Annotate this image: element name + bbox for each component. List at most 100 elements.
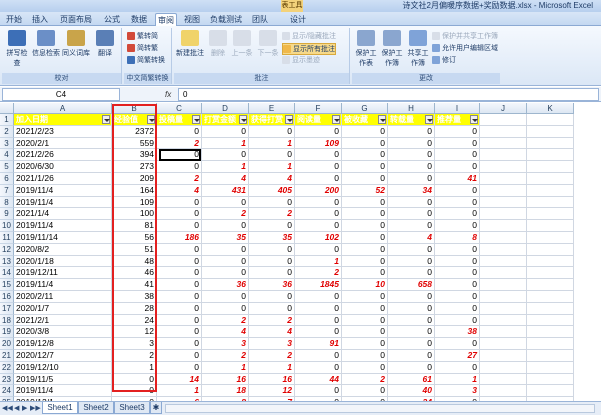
- header-cell-d[interactable]: 打赏金额: [202, 114, 249, 126]
- table-cell[interactable]: 0: [388, 173, 435, 185]
- filter-dropdown-icon[interactable]: [147, 115, 155, 124]
- table-cell[interactable]: 0: [342, 385, 388, 398]
- table-cell[interactable]: 0: [435, 279, 480, 291]
- table-cell[interactable]: 2020/3/8: [14, 326, 112, 339]
- table-cell[interactable]: 0: [388, 326, 435, 339]
- tab-design[interactable]: 设计: [288, 13, 308, 26]
- insert-sheet-icon[interactable]: ✱: [150, 402, 162, 414]
- table-cell[interactable]: 2: [202, 314, 249, 327]
- table-cell[interactable]: 0: [435, 267, 480, 280]
- table-cell[interactable]: 200: [295, 184, 342, 197]
- empty-cell[interactable]: [527, 220, 574, 232]
- show-all-comments-button[interactable]: 显示所有批注: [282, 43, 336, 55]
- header-cell-h[interactable]: 转载量: [388, 114, 435, 126]
- row-header-3[interactable]: 3: [0, 137, 14, 150]
- table-cell[interactable]: 0: [342, 161, 388, 173]
- empty-cell[interactable]: [527, 161, 574, 173]
- empty-cell[interactable]: [480, 149, 527, 162]
- tab-load-test[interactable]: 负载测试: [207, 13, 245, 26]
- table-cell[interactable]: 0: [249, 291, 295, 303]
- table-cell[interactable]: 0: [342, 338, 388, 350]
- column-header-h[interactable]: H: [388, 103, 435, 114]
- row-header-2[interactable]: 2: [0, 125, 14, 138]
- table-cell[interactable]: 658: [388, 279, 435, 291]
- protect-workbook-button[interactable]: 保护工作簿: [380, 30, 404, 68]
- column-header-f[interactable]: F: [295, 103, 342, 114]
- row-header-23[interactable]: 23: [0, 373, 14, 386]
- spelling-button[interactable]: 拼写检查: [4, 30, 30, 68]
- table-cell[interactable]: 0: [342, 267, 388, 280]
- empty-cell[interactable]: [480, 373, 527, 386]
- table-cell[interactable]: 2: [202, 350, 249, 362]
- protect-sheet-button[interactable]: 保护工作表: [354, 30, 378, 68]
- table-cell[interactable]: 0: [295, 243, 342, 256]
- protect-share-button[interactable]: 保护并共享工作簿: [432, 31, 498, 41]
- table-cell[interactable]: 2019/11/4: [14, 279, 112, 291]
- table-cell[interactable]: 0: [202, 196, 249, 209]
- table-cell[interactable]: 1: [435, 373, 480, 386]
- table-cell[interactable]: 0: [388, 350, 435, 362]
- filter-dropdown-icon[interactable]: [239, 115, 247, 124]
- translate-button[interactable]: 翻译: [92, 30, 118, 58]
- table-cell[interactable]: 2021/2/23: [14, 125, 112, 138]
- table-cell[interactable]: 1: [202, 137, 249, 150]
- table-cell[interactable]: 35: [202, 232, 249, 244]
- table-cell[interactable]: 0: [342, 326, 388, 339]
- table-cell[interactable]: 61: [388, 373, 435, 386]
- table-cell[interactable]: 0: [342, 243, 388, 256]
- header-cell-f[interactable]: 阅读量: [295, 114, 342, 126]
- empty-cell[interactable]: [480, 326, 527, 339]
- empty-cell[interactable]: [527, 350, 574, 362]
- table-cell[interactable]: 0: [157, 196, 202, 209]
- table-cell[interactable]: 109: [112, 196, 157, 209]
- table-cell[interactable]: 1: [249, 161, 295, 173]
- table-cell[interactable]: 0: [157, 220, 202, 232]
- table-cell[interactable]: 0: [435, 196, 480, 209]
- empty-cell[interactable]: [527, 114, 574, 126]
- table-cell[interactable]: 2020/1/7: [14, 302, 112, 315]
- table-cell[interactable]: 24: [112, 314, 157, 327]
- research-button[interactable]: 信息检索: [32, 30, 60, 58]
- empty-cell[interactable]: [527, 291, 574, 303]
- empty-cell[interactable]: [527, 243, 574, 256]
- empty-cell[interactable]: [527, 196, 574, 209]
- table-cell[interactable]: 18: [202, 385, 249, 398]
- tab-page-layout[interactable]: 页面布局: [56, 13, 96, 26]
- table-cell[interactable]: 0: [112, 385, 157, 398]
- table-cell[interactable]: 0: [202, 125, 249, 138]
- table-cell[interactable]: 16: [249, 373, 295, 386]
- table-cell[interactable]: 0: [388, 161, 435, 173]
- table-cell[interactable]: 27: [435, 350, 480, 362]
- table-cell[interactable]: 0: [157, 255, 202, 268]
- empty-cell[interactable]: [480, 338, 527, 350]
- table-cell[interactable]: 1: [157, 385, 202, 398]
- table-cell[interactable]: 0: [295, 361, 342, 374]
- trad-to-simp-button[interactable]: 繁转简: [127, 31, 158, 41]
- table-cell[interactable]: 0: [342, 137, 388, 150]
- table-cell[interactable]: 36: [202, 279, 249, 291]
- table-cell[interactable]: 0: [295, 161, 342, 173]
- table-cell[interactable]: 0: [342, 196, 388, 209]
- table-cell[interactable]: 1: [112, 361, 157, 374]
- table-cell[interactable]: 4: [388, 232, 435, 244]
- table-cell[interactable]: 0: [295, 350, 342, 362]
- table-cell[interactable]: 2: [112, 350, 157, 362]
- table-cell[interactable]: 2020/8/2: [14, 243, 112, 256]
- table-cell[interactable]: 91: [295, 338, 342, 350]
- thesaurus-button[interactable]: 同义词库: [62, 30, 90, 58]
- table-cell[interactable]: 0: [435, 208, 480, 221]
- table-cell[interactable]: 3: [112, 338, 157, 350]
- column-header-k[interactable]: K: [527, 103, 574, 114]
- table-cell[interactable]: 431: [202, 184, 249, 197]
- table-cell[interactable]: 0: [157, 149, 202, 162]
- table-cell[interactable]: 38: [112, 291, 157, 303]
- table-cell[interactable]: 2020/12/7: [14, 350, 112, 362]
- filter-dropdown-icon[interactable]: [192, 115, 200, 124]
- table-cell[interactable]: 41: [435, 173, 480, 185]
- column-header-i[interactable]: I: [435, 103, 480, 114]
- table-cell[interactable]: 35: [249, 232, 295, 244]
- name-box[interactable]: C4: [2, 88, 120, 101]
- first-sheet-nav-icon[interactable]: ◀◀: [2, 404, 13, 412]
- table-cell[interactable]: 0: [249, 149, 295, 162]
- table-cell[interactable]: 52: [342, 184, 388, 197]
